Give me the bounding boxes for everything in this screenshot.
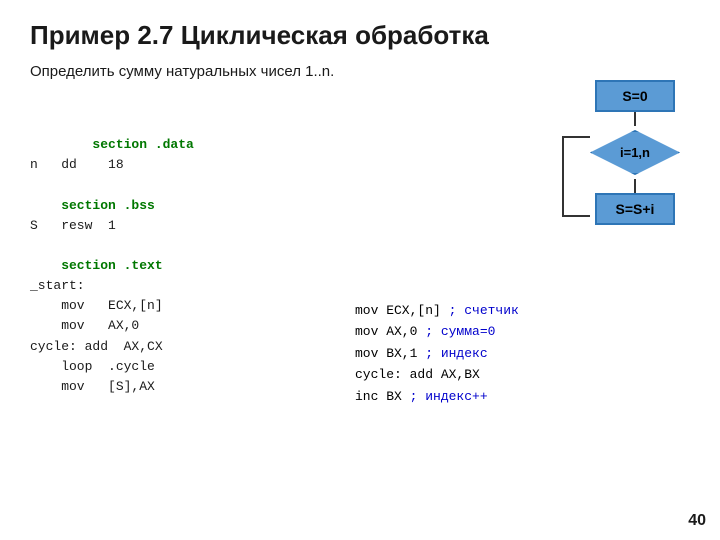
right-code-line1: mov ECX,[n] ; счетчик <box>355 300 519 321</box>
code-line-s: S resw 1 <box>30 218 116 233</box>
flowchart-box-ssi: S=S+i <box>595 193 675 225</box>
code-line-n: n dd 18 <box>30 157 124 172</box>
right-code-comment5: ; индекс++ <box>410 389 488 404</box>
right-code-line3: mov BX,1 ; индекс <box>355 343 519 364</box>
keyword-section1: section .data <box>61 137 194 152</box>
page-number: 40 <box>688 512 706 530</box>
slide-subtitle: Определить сумму натуральных чисел 1..n. <box>30 63 690 80</box>
fc-conn2 <box>634 179 636 193</box>
left-code-block: section .data n dd 18 section .bss S res… <box>30 115 194 417</box>
flowchart-box-s0: S=0 <box>595 80 675 112</box>
code-line-cycle: cycle: add AX,CX <box>30 339 163 354</box>
right-code-line5: inc BX ; индекс++ <box>355 386 519 407</box>
code-line-start: _start: <box>30 278 85 293</box>
right-code-mov3: mov BX,1 <box>355 346 425 361</box>
right-code-add: cycle: add AX,BX <box>355 367 480 382</box>
right-code-line2: mov AX,0 ; сумма=0 <box>355 321 519 342</box>
fc-conn1 <box>634 112 636 126</box>
slide: Пример 2.7 Циклическая обработка Определ… <box>0 0 720 540</box>
right-code-mov1: mov ECX,[n] <box>355 303 441 318</box>
right-code-comment2: ; сумма=0 <box>425 324 495 339</box>
right-code-block: mov ECX,[n] ; счетчик mov AX,0 ; сумма=0… <box>355 300 519 407</box>
code-line-mov2: mov AX,0 <box>30 318 139 333</box>
slide-title: Пример 2.7 Циклическая обработка <box>30 20 690 51</box>
code-line-loop: loop .cycle <box>30 359 155 374</box>
code-line-movs: mov [S],AX <box>30 379 155 394</box>
keyword-section2: section .bss <box>30 198 155 213</box>
keyword-section3: section .text <box>30 258 163 273</box>
flowchart-diamond-loop: i=1,n <box>590 130 680 175</box>
right-code-inc: inc BX <box>355 389 410 404</box>
flowchart: S=0 i=1,n S=S+i <box>590 80 680 225</box>
right-code-line4: cycle: add AX,BX <box>355 364 519 385</box>
right-code-mov2: mov AX,0 <box>355 324 425 339</box>
code-line-mov1: mov ECX,[n] <box>30 298 163 313</box>
right-code-comment3: ; индекс <box>425 346 487 361</box>
right-code-comment1: ; счетчик <box>441 303 519 318</box>
